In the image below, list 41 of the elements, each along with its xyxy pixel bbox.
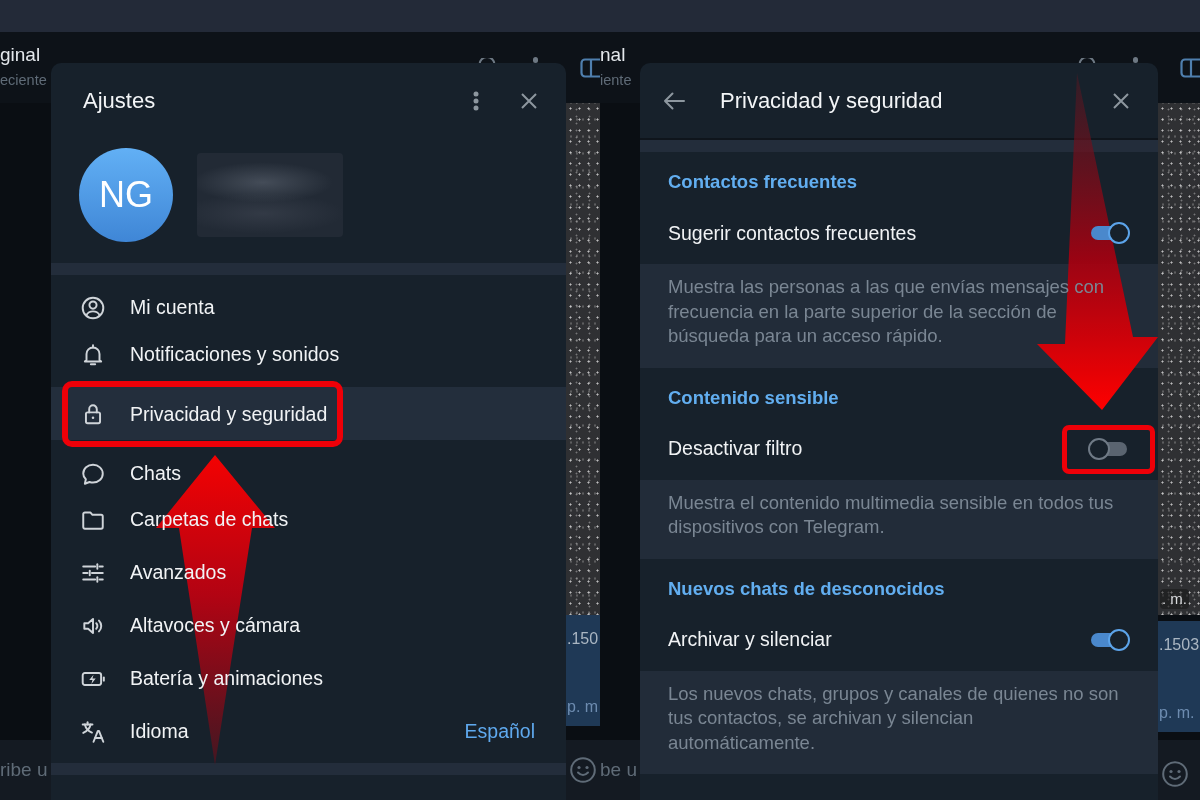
- dialog-title: Ajustes: [83, 86, 156, 115]
- close-icon[interactable]: [521, 92, 537, 109]
- setting-label: Archivar y silenciar: [668, 628, 832, 651]
- menu-item[interactable]: Mi cuenta: [51, 281, 566, 334]
- sidebar-icon[interactable]: [580, 58, 600, 78]
- chat-title: nal: [600, 44, 627, 66]
- message-input[interactable]: be u: [600, 758, 640, 782]
- message-text: .1503: [1159, 635, 1200, 655]
- smiley-icon[interactable]: [570, 757, 596, 783]
- close-icon[interactable]: [1113, 92, 1129, 109]
- chat-status: eciente: [0, 71, 47, 90]
- message-time: p. m.: [1159, 703, 1196, 723]
- section-heading: Contenido sensible: [668, 385, 840, 410]
- person-circle-icon: [80, 294, 106, 321]
- back-arrow-icon[interactable]: [663, 91, 685, 110]
- menu-item[interactable]: Batería y animaciones: [51, 652, 566, 705]
- setting-description: Los nuevos chats, grupos y canales de quienes no son tus contactos, se archivan y silencian automáticamente.: [668, 681, 1120, 755]
- menu-item[interactable]: Privacidad y seguridad: [51, 381, 566, 447]
- more-icon[interactable]: [533, 57, 538, 63]
- setting-label: Desactivar filtro: [668, 437, 803, 460]
- section-heading: Nuevos chats de desconocidos: [668, 576, 946, 601]
- message-time: p. m: [567, 697, 600, 717]
- more-icon[interactable]: [1133, 57, 1138, 63]
- chat-title: ginal: [0, 44, 42, 66]
- setting-label: Sugerir contactos frecuentes: [668, 221, 917, 245]
- menu-value: Español: [464, 720, 535, 743]
- chat-status: iente: [600, 71, 632, 90]
- setting-description: Muestra el contenido multimedia sensible en todos tus dispositivos con Telegram.: [668, 490, 1115, 539]
- message-input[interactable]: ribe u: [0, 758, 51, 782]
- sidebar-icon[interactable]: [1180, 58, 1200, 78]
- menu-item[interactable]: Idioma Español: [51, 705, 566, 758]
- avatar: NG: [79, 148, 173, 242]
- section-heading: Contactos frecuentes: [668, 170, 859, 194]
- message-text: .150: [567, 629, 600, 649]
- menu-item[interactable]: Notificaciones y sonidos: [51, 334, 566, 381]
- more-icon[interactable]: [473, 90, 479, 111]
- translate-icon: [80, 718, 106, 745]
- photo-time: . m.: [1160, 589, 1189, 609]
- smiley-icon[interactable]: [1162, 761, 1188, 787]
- menu-item[interactable]: Chats: [51, 447, 566, 493]
- dialog-title: Privacidad y seguridad: [720, 86, 943, 115]
